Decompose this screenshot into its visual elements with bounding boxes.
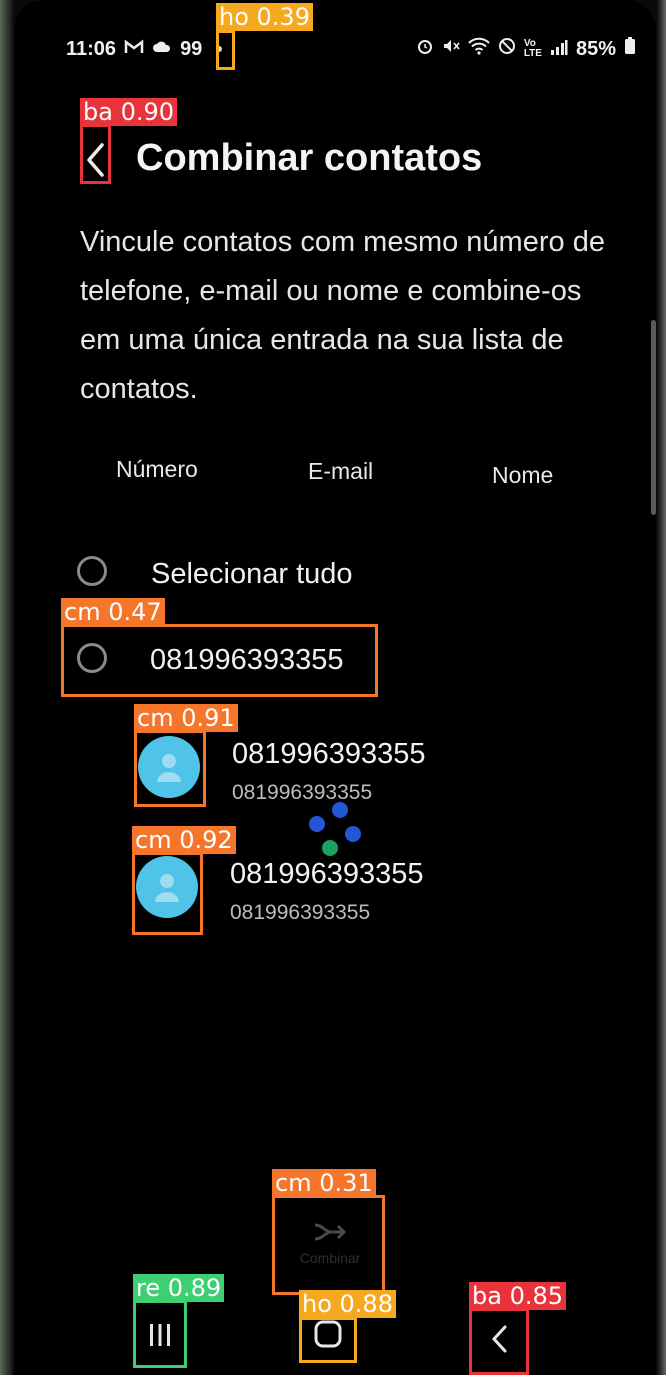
detection-box (80, 124, 111, 184)
page-title: Combinar contatos (136, 137, 483, 179)
battery-icon (624, 37, 636, 61)
contact-detail: 081996393355 (230, 901, 371, 924)
status-bar: 11:06 99 Vo LTE 85% (66, 34, 636, 64)
detection-box (132, 852, 203, 935)
select-all-radio[interactable] (77, 556, 107, 586)
detection-box (469, 1308, 529, 1375)
detection-label: cm 0.47 (61, 598, 165, 626)
contact-name: 081996393355 (230, 858, 424, 890)
detection-label: ba 0.85 (469, 1282, 567, 1310)
signal-icon (550, 38, 568, 61)
select-all-label[interactable]: Selecionar tudo (151, 558, 353, 591)
scrollbar[interactable] (651, 320, 656, 515)
tab-nome[interactable]: Nome (492, 462, 553, 489)
detection-box (133, 1300, 187, 1368)
mute-icon (442, 37, 460, 61)
gmail-icon (124, 39, 144, 60)
detection-label: cm 0.31 (272, 1169, 376, 1197)
tab-numero[interactable]: Número (116, 456, 198, 483)
detection-label: ho 0.88 (299, 1290, 396, 1318)
merge-criteria-tabs: Número E-mail Nome (78, 448, 598, 498)
detection-box (272, 1195, 385, 1295)
wifi-icon (468, 37, 490, 61)
detection-label: cm 0.92 (132, 826, 236, 854)
description-text: Vincule contatos com mesmo número de tel… (80, 226, 605, 405)
notification-count: 99 (180, 37, 203, 60)
contact-name: 081996393355 (232, 738, 426, 770)
alarm-icon (416, 37, 434, 61)
volte-icon: Vo LTE (523, 38, 542, 59)
detection-box (61, 624, 378, 697)
status-time: 11:06 (66, 37, 117, 60)
battery-level: 85% (575, 37, 616, 60)
detection-box (299, 1317, 357, 1363)
detection-label: re 0.89 (133, 1274, 225, 1302)
detection-label: cm 0.91 (134, 704, 238, 732)
phone-frame-right (656, 0, 666, 1375)
detection-label: ho 0.39 (216, 3, 313, 31)
detection-label: ba 0.90 (80, 98, 178, 126)
tab-email[interactable]: E-mail (308, 458, 373, 485)
cloud-icon (152, 39, 172, 60)
block-icon (498, 37, 516, 61)
assistant-dots-icon (305, 800, 365, 860)
detection-box (216, 30, 235, 70)
detection-box (134, 730, 206, 807)
phone-frame-left (0, 0, 14, 1375)
